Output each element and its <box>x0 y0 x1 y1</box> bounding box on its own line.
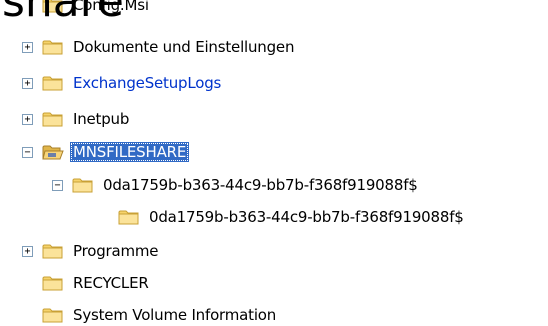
tree-item-label: MNSFILESHARE <box>70 142 190 162</box>
tree-item-exchangesetuplogs[interactable]: + ExchangeSetupLogs <box>22 72 224 94</box>
tree-item-dokumente[interactable]: + Dokumente und Einstellungen <box>22 36 297 58</box>
collapse-toggle-icon[interactable]: − <box>52 179 63 191</box>
page-heading-fragment: share <box>2 0 124 27</box>
folder-open-icon <box>42 145 64 160</box>
collapse-toggle-icon[interactable]: − <box>22 146 33 158</box>
folder-icon <box>118 210 139 225</box>
tree-item-label: System Volume Information <box>73 306 277 324</box>
tree-item-mnsfileshare[interactable]: − MNSFILESHARE <box>22 141 190 163</box>
tree-item-system-volume-information[interactable]: System Volume Information <box>22 304 279 326</box>
tree-item-programme[interactable]: + Programme <box>22 240 161 262</box>
folder-icon <box>42 76 63 91</box>
folder-tree: Config.Msi + Dokumente und Einstellungen… <box>0 0 548 324</box>
folder-icon <box>42 244 63 259</box>
expand-toggle-icon[interactable]: + <box>22 41 33 53</box>
tree-item-inetpub[interactable]: + Inetpub <box>22 108 132 130</box>
tree-item-label: RECYCLER <box>73 274 149 292</box>
tree-item-label: Programme <box>73 242 159 260</box>
tree-item-label: 0da1759b-b363-44c9-bb7b-f368f919088f$ <box>149 208 464 226</box>
expand-toggle-icon[interactable]: + <box>22 245 33 257</box>
expand-toggle-icon[interactable]: + <box>22 113 33 125</box>
tree-item-label: Inetpub <box>73 110 130 128</box>
tree-item-guid-parent[interactable]: − 0da1759b-b363-44c9-bb7b-f368f919088f$ <box>52 174 421 196</box>
folder-icon <box>42 276 63 291</box>
folder-icon <box>42 40 63 55</box>
folder-icon <box>42 308 63 323</box>
tree-item-recycler[interactable]: RECYCLER <box>22 272 152 294</box>
tree-item-label: 0da1759b-b363-44c9-bb7b-f368f919088f$ <box>103 176 418 194</box>
expand-toggle-icon[interactable]: + <box>22 77 33 89</box>
folder-icon <box>72 178 93 193</box>
tree-item-guid-child[interactable]: 0da1759b-b363-44c9-bb7b-f368f919088f$ <box>98 206 467 228</box>
tree-item-label: ExchangeSetupLogs <box>73 74 222 92</box>
folder-icon <box>42 112 63 127</box>
tree-item-label: Dokumente und Einstellungen <box>73 38 295 56</box>
